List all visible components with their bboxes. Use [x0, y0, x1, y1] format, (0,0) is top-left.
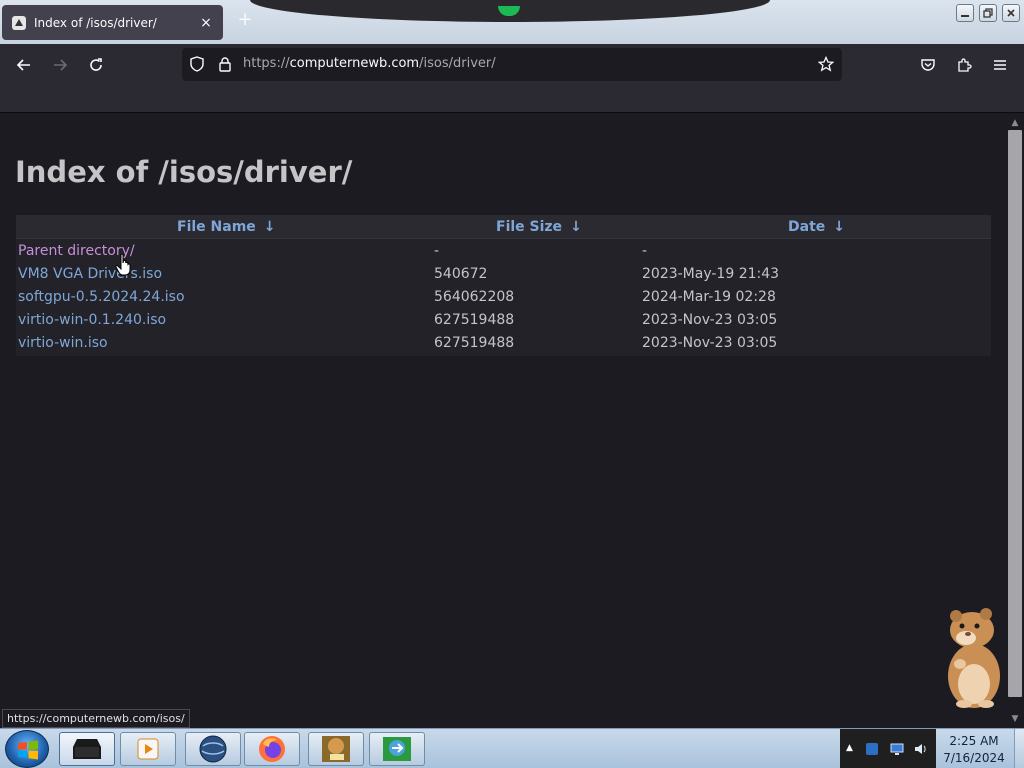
- restore-window-button[interactable]: [979, 4, 997, 22]
- file-link[interactable]: virtio-win.iso: [18, 335, 108, 351]
- lock-icon[interactable]: [217, 56, 233, 72]
- show-desktop-button[interactable]: [1014, 729, 1024, 768]
- bookmarks-toolbar: [0, 86, 1024, 113]
- media-player-icon: [137, 738, 159, 760]
- taskbar-app-browser-globe[interactable]: [185, 732, 241, 766]
- navigation-toolbar: https://computernewb.com/isos/driver/: [0, 44, 1024, 86]
- address-bar[interactable]: https://computernewb.com/isos/driver/: [182, 48, 842, 81]
- url-path: /isos/driver/: [419, 56, 496, 71]
- firefox-icon: [259, 736, 285, 762]
- new-tab-icon[interactable]: +: [236, 11, 254, 29]
- taskbar-clock[interactable]: 2:25 AM 7/16/2024: [936, 729, 1012, 768]
- app-menu-button[interactable]: [988, 53, 1012, 77]
- scroll-up-icon[interactable]: ▲: [1010, 118, 1020, 128]
- file-date: 2023-Nov-23 03:05: [642, 335, 778, 351]
- extensions-button[interactable]: [952, 53, 976, 77]
- column-header-file-size[interactable]: File Size ↓: [496, 219, 582, 235]
- url-scheme: https://: [243, 56, 290, 71]
- file-date: 2023-Nov-23 03:05: [642, 312, 778, 328]
- taskbar-app-bonzi[interactable]: [308, 732, 364, 766]
- table-row: softgpu-0.5.2024.24.iso 564062208 2024-M…: [16, 286, 991, 309]
- taskbar-app-media-player[interactable]: [120, 732, 176, 766]
- windows-taskbar: ▲ 2:25 AM 7/16/2024: [0, 728, 1024, 768]
- theme-decoration: [250, 0, 770, 22]
- page-content: Index of /isos/driver/ File Name ↓ File S…: [0, 113, 1006, 728]
- forward-button[interactable]: [48, 53, 72, 77]
- pocket-button[interactable]: [916, 53, 940, 77]
- sort-arrow-icon: ↓: [833, 219, 845, 235]
- file-date: 2023-May-19 21:43: [642, 266, 780, 282]
- windows-logo-icon: [18, 740, 38, 760]
- scrollbar-thumb[interactable]: [1008, 130, 1022, 697]
- minimize-icon: [961, 15, 969, 17]
- link-status-tooltip: https://computernewb.com/isos/: [2, 709, 190, 728]
- tray-app-icon[interactable]: [864, 741, 880, 757]
- reload-icon: [90, 58, 102, 71]
- site-favicon-icon: [12, 15, 26, 30]
- system-tray: ▲: [840, 729, 936, 768]
- page-title: Index of /isos/driver/: [15, 155, 353, 189]
- file-date: 2024-Mar-19 02:28: [642, 289, 776, 305]
- browser-globe-icon: [199, 735, 227, 763]
- close-window-button[interactable]: [1002, 4, 1020, 22]
- table-row: virtio-win.iso 627519488 2023-Nov-23 03:…: [16, 332, 991, 355]
- clock-date: 7/16/2024: [943, 751, 1005, 765]
- taskbar-app-firefox[interactable]: [244, 732, 300, 766]
- pocket-icon: [921, 59, 935, 71]
- taskbar-app-terminal[interactable]: [59, 732, 115, 766]
- desktop-screen: Index of /isos/driver/ × + https://compu…: [0, 0, 1024, 768]
- scroll-down-icon[interactable]: ▼: [1010, 714, 1020, 724]
- url-text: https://computernewb.com/isos/driver/: [243, 56, 496, 71]
- download-manager-icon: [383, 737, 411, 761]
- file-size: 564062208: [434, 289, 515, 305]
- taskbar-app-download-manager[interactable]: [369, 732, 425, 766]
- show-hidden-icons-icon[interactable]: ▲: [846, 743, 853, 753]
- file-link[interactable]: VM8 VGA Drivers.iso: [18, 266, 162, 282]
- column-header-file-name[interactable]: File Name ↓: [177, 219, 276, 235]
- column-label: File Name: [177, 219, 256, 235]
- column-header-date[interactable]: Date ↓: [788, 219, 845, 235]
- terminal-icon: [73, 739, 101, 759]
- minimize-window-button[interactable]: [956, 4, 974, 22]
- back-button[interactable]: [12, 53, 36, 77]
- file-listing-table: File Name ↓ File Size ↓ Date ↓ Parent direc…: [16, 215, 991, 356]
- forward-arrow-icon: [54, 59, 68, 71]
- tab-title: Index of /isos/driver/: [34, 15, 157, 30]
- sort-arrow-icon: ↓: [263, 219, 276, 235]
- start-button[interactable]: [5, 730, 49, 768]
- file-size: -: [434, 243, 440, 259]
- browser-tab[interactable]: Index of /isos/driver/ ×: [2, 5, 223, 40]
- column-label: File Size: [496, 219, 563, 235]
- file-size: 540672: [434, 266, 488, 282]
- hamster-mascot-icon: [948, 608, 1000, 708]
- reload-button[interactable]: [84, 53, 108, 77]
- puzzle-icon: [958, 58, 972, 72]
- bonzi-box-icon: [322, 736, 350, 762]
- url-host: computernewb.com: [289, 56, 420, 71]
- tracking-shield-icon[interactable]: [189, 56, 205, 72]
- browser-tab-strip: Index of /isos/driver/ × +: [0, 0, 1024, 44]
- file-link[interactable]: softgpu-0.5.2024.24.iso: [18, 289, 185, 305]
- volume-icon[interactable]: [913, 741, 929, 757]
- clock-time: 2:25 AM: [949, 734, 999, 748]
- file-link[interactable]: virtio-win-0.1.240.iso: [18, 312, 166, 328]
- table-row: Parent directory/ - -: [16, 240, 991, 263]
- tab-close-icon[interactable]: ×: [198, 15, 214, 31]
- sort-arrow-icon: ↓: [570, 219, 582, 235]
- file-date: -: [642, 243, 648, 259]
- file-size: 627519488: [434, 312, 515, 328]
- table-row: VM8 VGA Drivers.iso 540672 2023-May-19 2…: [16, 263, 991, 286]
- back-arrow-icon: [16, 59, 30, 71]
- hamburger-menu-icon: [994, 60, 1006, 70]
- network-icon[interactable]: [889, 741, 905, 757]
- file-size: 627519488: [434, 335, 515, 351]
- close-icon: [1007, 9, 1015, 17]
- vertical-scrollbar[interactable]: ▲ ▼: [1006, 113, 1024, 728]
- column-label: Date: [788, 219, 826, 235]
- restore-icon: [983, 8, 993, 18]
- bookmark-star-icon[interactable]: [818, 56, 834, 72]
- table-row: virtio-win-0.1.240.iso 627519488 2023-No…: [16, 309, 991, 332]
- table-header: File Name ↓ File Size ↓ Date ↓: [16, 215, 991, 239]
- hand-pointer-cursor-icon: [115, 253, 131, 276]
